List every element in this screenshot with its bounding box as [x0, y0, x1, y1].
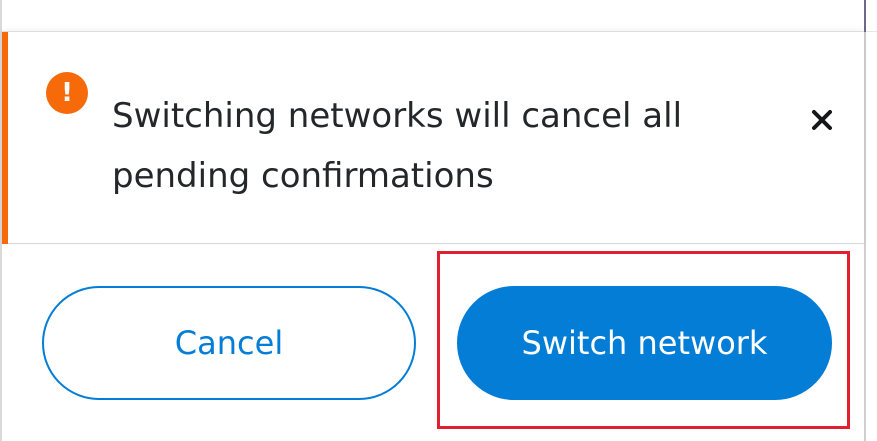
exclamation-circle-icon: ! — [46, 72, 88, 114]
warning-alert-banner: ! Switching networks will cancel all pen… — [2, 32, 864, 244]
right-frame-edge-top — [864, 0, 866, 32]
cancel-button[interactable]: Cancel — [42, 286, 416, 400]
alert-message: Switching networks will cancel all pendi… — [112, 96, 683, 196]
close-button[interactable] — [802, 100, 842, 140]
close-icon — [812, 110, 832, 130]
background-top-strip — [0, 0, 877, 32]
exclamation-glyph: ! — [61, 78, 73, 108]
network-switch-dialog: ! Switching networks will cancel all pen… — [0, 0, 877, 441]
switch-network-button[interactable]: Switch network — [457, 286, 832, 400]
right-frame-edge — [864, 0, 866, 441]
alert-accent-bar — [2, 32, 8, 244]
